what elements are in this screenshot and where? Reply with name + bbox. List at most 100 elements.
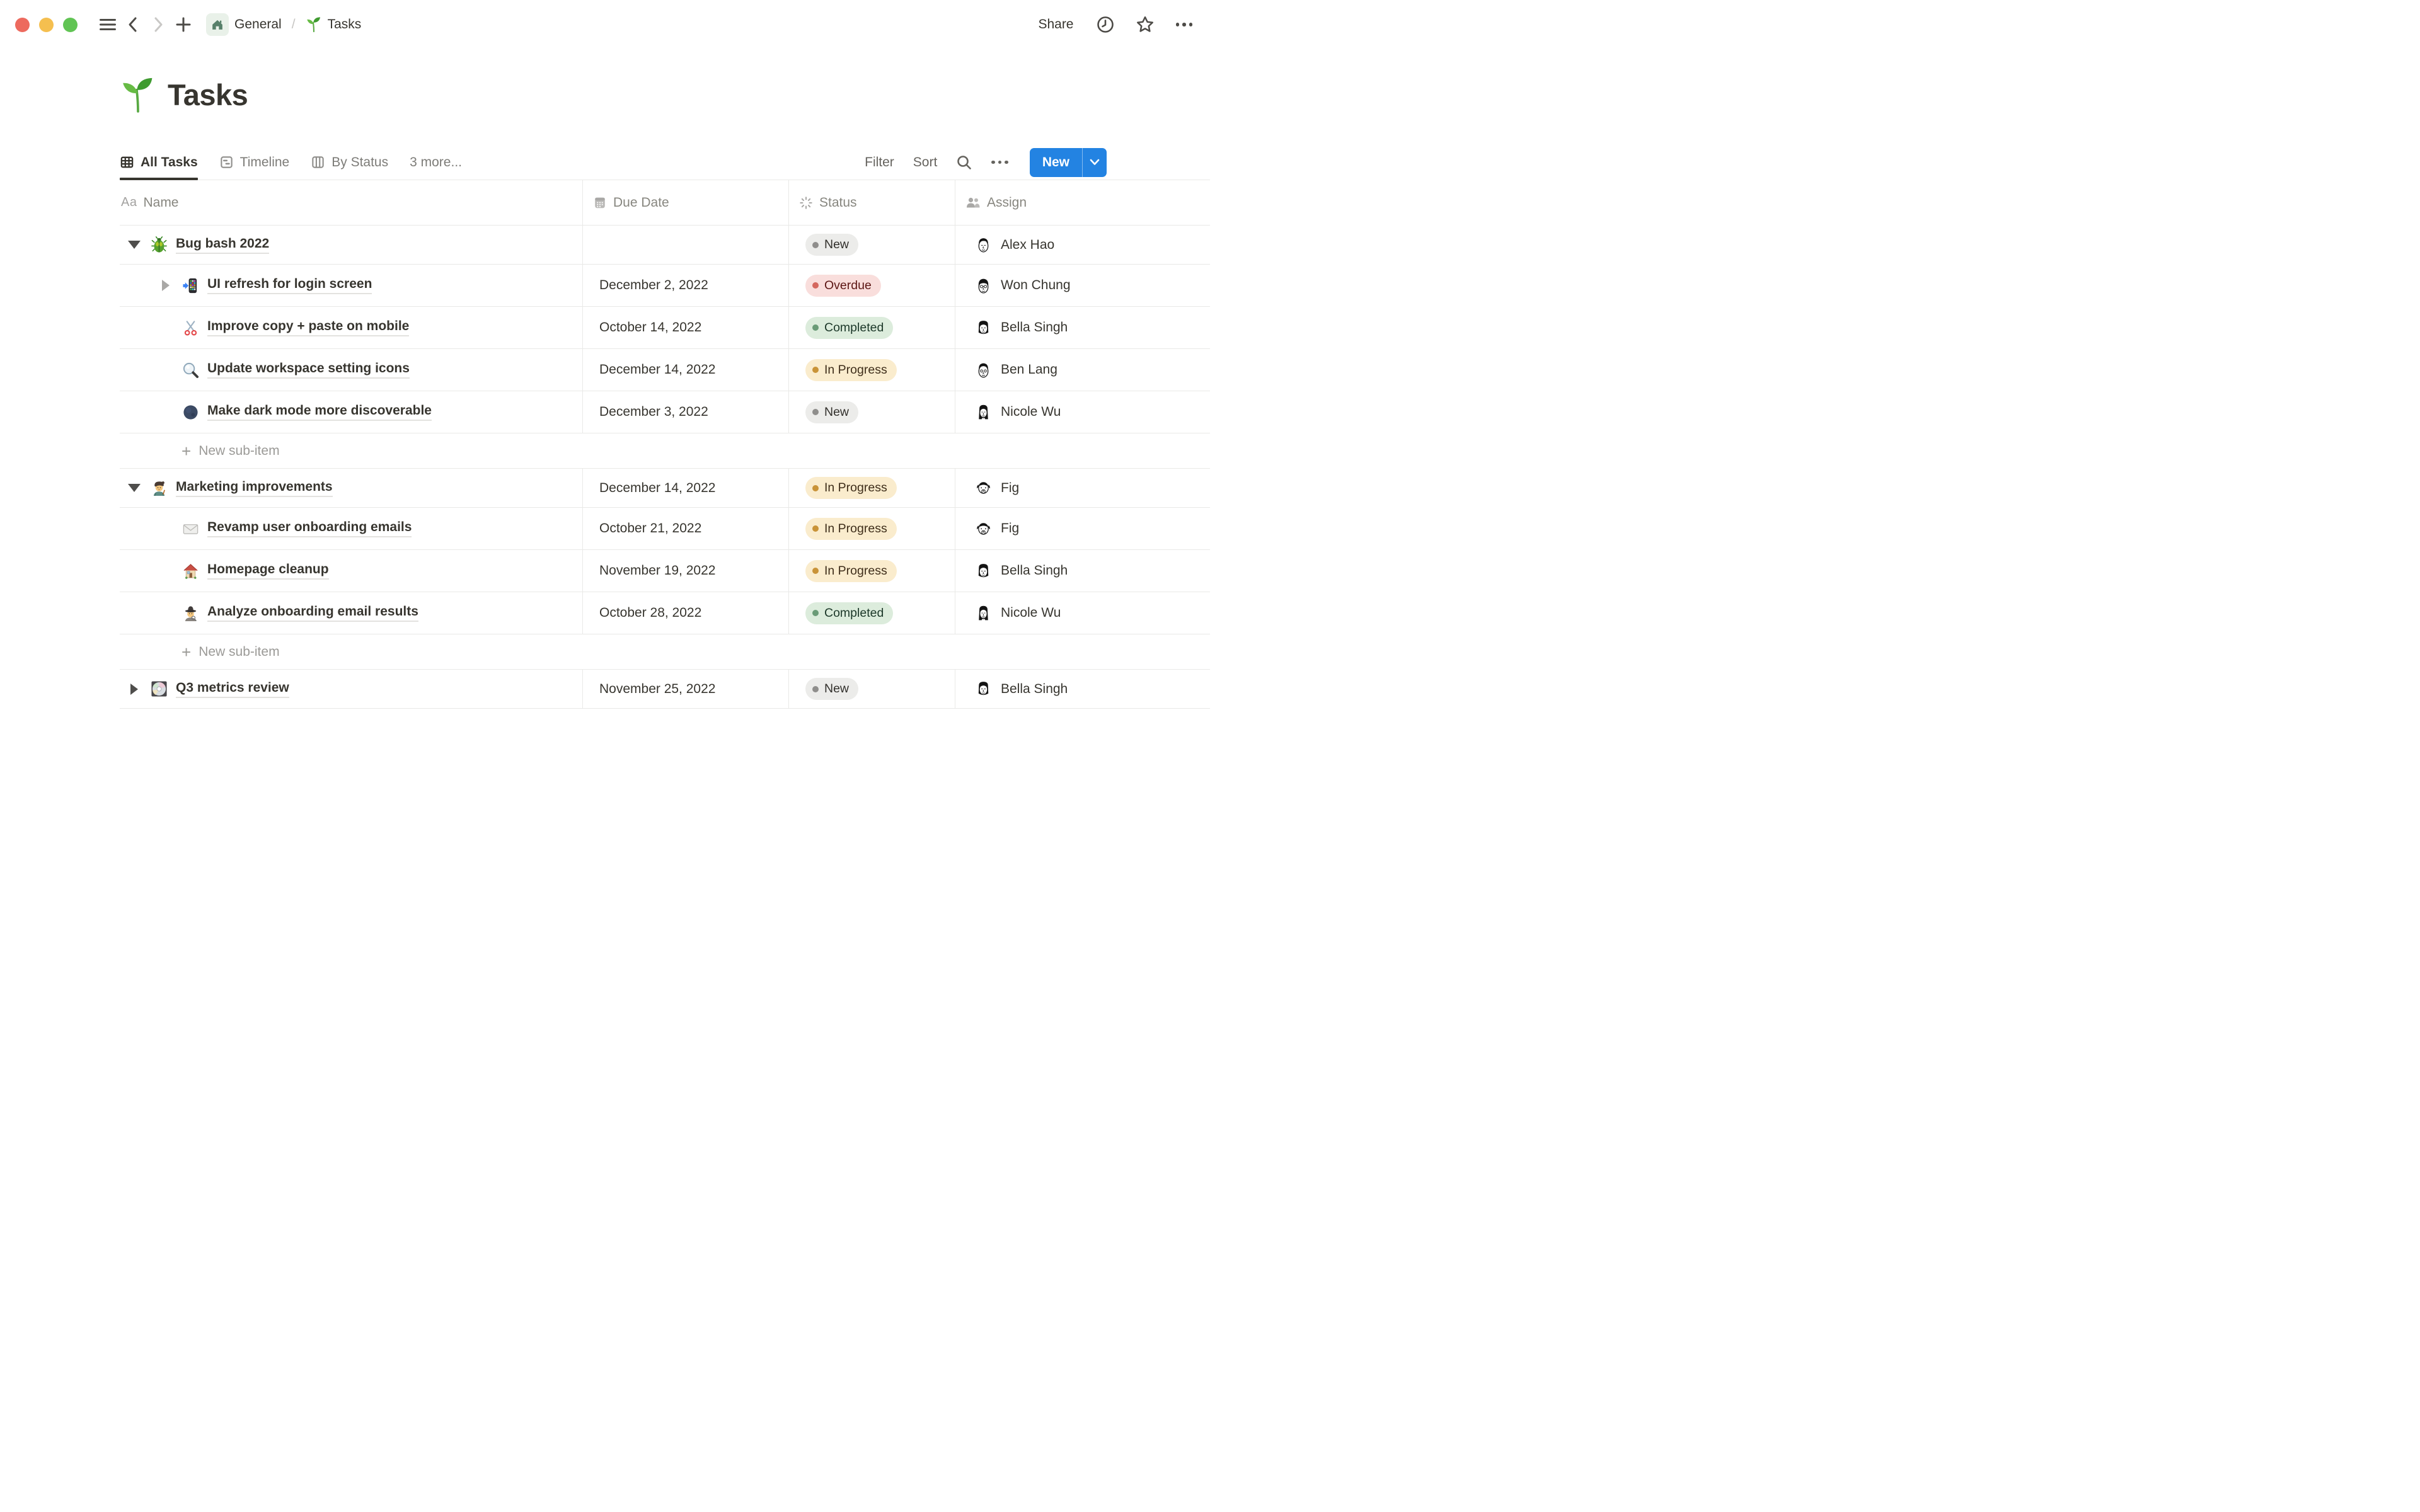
filter-button[interactable]: Filter bbox=[865, 155, 894, 170]
assignee-cell[interactable]: Fig bbox=[955, 469, 1210, 507]
assignee-cell[interactable]: Fig bbox=[955, 508, 1210, 549]
expand-toggle[interactable] bbox=[158, 280, 174, 291]
updates-clock-icon[interactable] bbox=[1097, 16, 1114, 33]
zoom-button[interactable] bbox=[63, 17, 78, 32]
task-title[interactable]: Analyze onboarding email results bbox=[207, 604, 418, 622]
table-row: Analyze onboarding email results October… bbox=[120, 592, 1210, 634]
task-title[interactable]: Improve copy + paste on mobile bbox=[207, 319, 410, 336]
assignee-name: Bella Singh bbox=[1001, 320, 1068, 335]
status-cell[interactable]: In Progress bbox=[789, 508, 955, 549]
task-title[interactable]: Make dark mode more discoverable bbox=[207, 403, 432, 421]
task-title[interactable]: Bug bash 2022 bbox=[176, 236, 270, 254]
view-more-icon[interactable] bbox=[991, 160, 1008, 164]
assignee-cell[interactable]: Alex Hao bbox=[955, 226, 1210, 264]
due-date-cell[interactable]: November 25, 2022 bbox=[583, 670, 789, 708]
collapse-toggle[interactable] bbox=[126, 241, 142, 249]
sidebar-menu-button[interactable] bbox=[95, 12, 120, 37]
assignee-cell[interactable]: Won Chung bbox=[955, 265, 1210, 306]
due-date-cell[interactable] bbox=[583, 226, 789, 264]
column-header-status[interactable]: Status bbox=[789, 180, 955, 225]
task-title[interactable]: Revamp user onboarding emails bbox=[207, 520, 412, 537]
nav-forward-button[interactable] bbox=[146, 12, 171, 37]
plus-icon: + bbox=[182, 441, 192, 461]
status-cell[interactable]: In Progress bbox=[789, 469, 955, 507]
new-dropdown-button[interactable] bbox=[1083, 148, 1107, 177]
task-title[interactable]: Update workspace setting icons bbox=[207, 361, 410, 379]
task-title[interactable]: Homepage cleanup bbox=[207, 562, 329, 580]
timeline-view-icon bbox=[219, 155, 234, 169]
assignee-cell[interactable]: Nicole Wu bbox=[955, 391, 1210, 433]
due-date-cell[interactable]: December 14, 2022 bbox=[583, 349, 789, 391]
status-cell[interactable]: New bbox=[789, 670, 955, 708]
new-sub-item-row[interactable]: + New sub-item bbox=[120, 433, 1210, 469]
column-header-due-date[interactable]: Due Date bbox=[583, 180, 789, 225]
close-button[interactable] bbox=[15, 17, 30, 32]
sort-button[interactable]: Sort bbox=[913, 155, 938, 170]
tab-label: All Tasks bbox=[141, 154, 198, 169]
chevron-left-icon bbox=[126, 16, 140, 33]
new-sub-item-row[interactable]: + New sub-item bbox=[120, 634, 1210, 670]
status-cell[interactable]: Completed bbox=[789, 307, 955, 348]
collapse-toggle[interactable] bbox=[126, 484, 142, 492]
assignee-cell[interactable]: Bella Singh bbox=[955, 550, 1210, 592]
more-options-icon[interactable] bbox=[1175, 23, 1192, 26]
task-title[interactable]: UI refresh for login screen bbox=[207, 277, 372, 294]
due-date-cell[interactable]: December 2, 2022 bbox=[583, 265, 789, 306]
new-page-button[interactable] bbox=[171, 12, 196, 37]
avatar bbox=[974, 361, 993, 379]
assignee-name: Won Chung bbox=[1001, 278, 1071, 292]
new-button-group: New bbox=[1029, 147, 1107, 177]
due-date-cell[interactable]: October 14, 2022 bbox=[583, 307, 789, 348]
view-tabs: All Tasks Timeline By Status 3 more... bbox=[120, 145, 462, 180]
table-row: Update workspace setting icons December … bbox=[120, 349, 1210, 391]
status-badge: Overdue bbox=[805, 274, 881, 297]
favorite-star-icon[interactable] bbox=[1136, 15, 1155, 34]
tab-timeline[interactable]: Timeline bbox=[219, 145, 290, 180]
nav-back-button[interactable] bbox=[120, 12, 146, 37]
status-cell[interactable]: Completed bbox=[789, 592, 955, 634]
task-title[interactable]: Q3 metrics review bbox=[176, 680, 289, 698]
avatar bbox=[974, 479, 993, 497]
seedling-icon[interactable] bbox=[120, 76, 156, 113]
seedling-icon bbox=[306, 16, 322, 33]
column-header-name[interactable]: Aa Name bbox=[120, 180, 583, 225]
plus-icon: + bbox=[182, 642, 192, 662]
breadcrumb-tasks[interactable]: Tasks bbox=[302, 14, 366, 35]
due-date-cell[interactable]: October 28, 2022 bbox=[583, 592, 789, 634]
status-badge: In Progress bbox=[805, 517, 897, 540]
share-button[interactable]: Share bbox=[1037, 14, 1075, 35]
due-date-cell[interactable]: December 3, 2022 bbox=[583, 391, 789, 433]
task-title[interactable]: Marketing improvements bbox=[176, 479, 333, 497]
tab-more-views[interactable]: 3 more... bbox=[410, 145, 462, 180]
table-row: Q3 metrics review November 25, 2022 New … bbox=[120, 670, 1210, 709]
assignee-cell[interactable]: Bella Singh bbox=[955, 670, 1210, 708]
status-cell[interactable]: New bbox=[789, 226, 955, 264]
toolbar-actions: Share bbox=[1037, 14, 1192, 35]
board-view-icon bbox=[311, 155, 325, 169]
due-date-cell[interactable]: December 14, 2022 bbox=[583, 469, 789, 507]
status-badge: New bbox=[805, 234, 859, 256]
column-label: Due Date bbox=[613, 195, 669, 210]
expand-toggle[interactable] bbox=[126, 683, 142, 695]
page-title[interactable]: Tasks bbox=[168, 77, 248, 112]
due-date-cell[interactable]: November 19, 2022 bbox=[583, 550, 789, 592]
status-cell[interactable]: New bbox=[789, 391, 955, 433]
minimize-button[interactable] bbox=[39, 17, 54, 32]
due-date-cell[interactable]: October 21, 2022 bbox=[583, 508, 789, 549]
assignee-cell[interactable]: Bella Singh bbox=[955, 307, 1210, 348]
assignee-cell[interactable]: Ben Lang bbox=[955, 349, 1210, 391]
tab-by-status[interactable]: By Status bbox=[311, 145, 388, 180]
status-cell[interactable]: In Progress bbox=[789, 550, 955, 592]
search-icon[interactable] bbox=[956, 154, 972, 171]
breadcrumb-general[interactable]: General bbox=[202, 11, 285, 38]
column-header-assign[interactable]: Assign bbox=[955, 180, 1210, 225]
status-cell[interactable]: In Progress bbox=[789, 349, 955, 391]
avatar bbox=[974, 277, 993, 295]
tab-label: Timeline bbox=[239, 154, 290, 169]
tab-all-tasks[interactable]: All Tasks bbox=[120, 145, 198, 180]
assignee-cell[interactable]: Nicole Wu bbox=[955, 592, 1210, 634]
new-sub-item-label: New sub-item bbox=[199, 644, 280, 659]
new-button[interactable]: New bbox=[1030, 148, 1082, 177]
views-bar: All Tasks Timeline By Status 3 more... F… bbox=[120, 145, 1210, 180]
status-cell[interactable]: Overdue bbox=[789, 265, 955, 306]
